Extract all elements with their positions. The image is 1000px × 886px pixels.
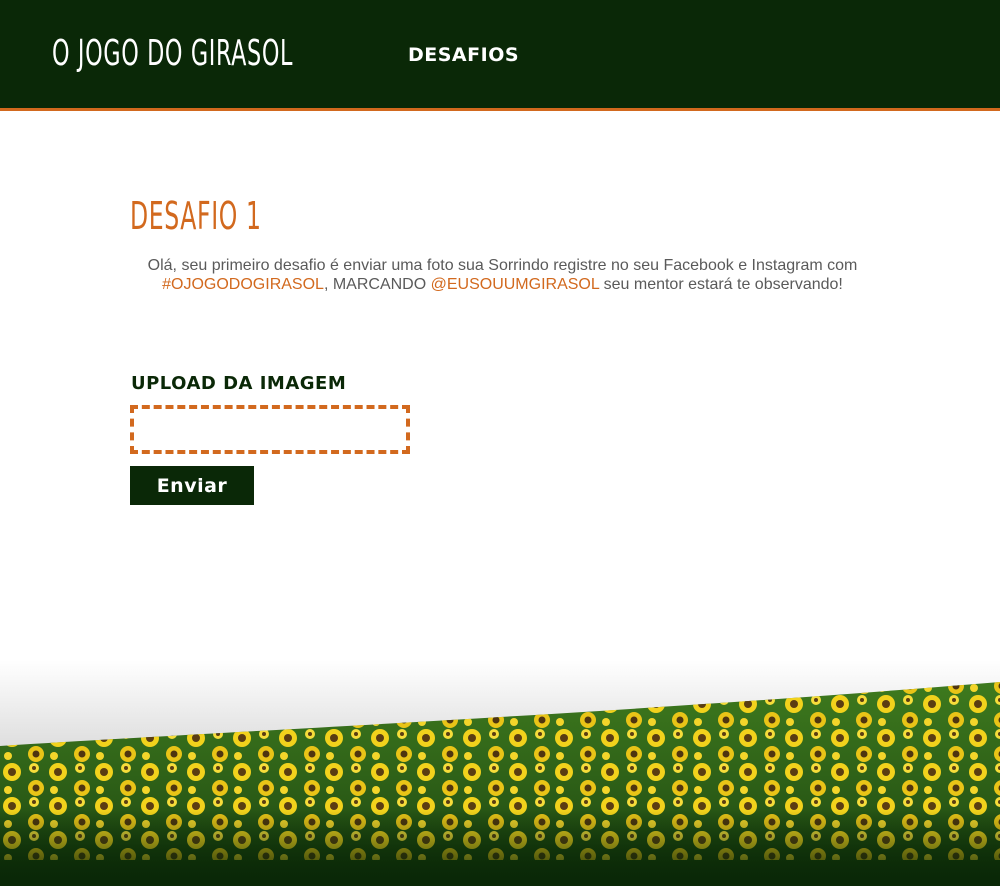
submit-button[interactable]: Enviar: [130, 466, 254, 505]
challenge-title: DESAFIO 1: [130, 194, 262, 238]
nav-link-desafios[interactable]: DESAFIOS: [408, 42, 519, 68]
hashtag-link: #OJOGODOGIRASOL: [162, 276, 324, 293]
description-text-1: Olá, seu primeiro desafio é enviar uma f…: [147, 257, 858, 274]
challenge-section: DESAFIO 1 Olá, seu primeiro desafio é en…: [130, 190, 875, 294]
description-text-3: seu mentor estará te observando!: [599, 276, 843, 293]
mention-link: @EUSOUUMGIRASOL: [430, 276, 600, 293]
challenge-description: Olá, seu primeiro desafio é enviar uma f…: [130, 256, 875, 294]
upload-label: UPLOAD DA IMAGEM: [131, 373, 347, 394]
site-header: O JOGO DO GIRASOL DESAFIOS: [0, 0, 1000, 111]
image-upload-dropzone[interactable]: [130, 405, 410, 454]
site-logo[interactable]: O JOGO DO GIRASOL: [52, 30, 293, 78]
description-text-2: , MARCANDO: [323, 276, 431, 293]
sunflower-field-image: [0, 660, 1000, 886]
